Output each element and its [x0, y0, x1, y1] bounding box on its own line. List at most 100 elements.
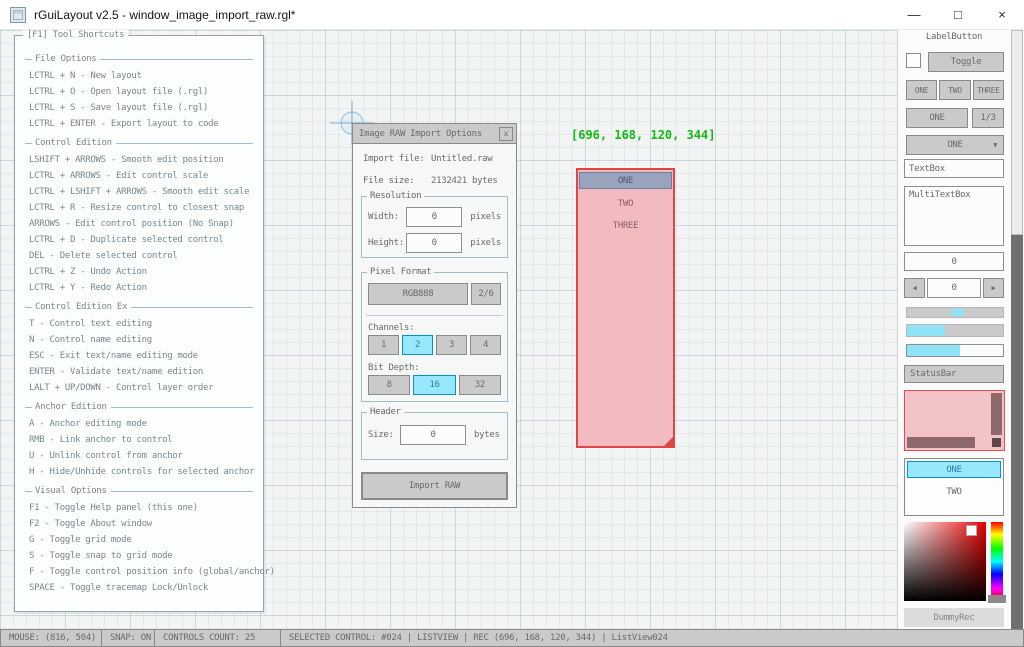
shortcut-item: LCTRL + S - Save layout file (.rgl)	[25, 100, 253, 116]
shortcut-item: F2 - Toggle About window	[25, 516, 253, 532]
separator-dash	[25, 143, 32, 144]
minimize-icon[interactable]: —	[892, 0, 936, 30]
palette-scrollbar-thumb[interactable]	[1011, 30, 1023, 235]
layout-canvas[interactable]: [F1] Tool Shortcuts File Options LCTRL +…	[0, 30, 897, 629]
pixel-format-groupbox: Pixel Format RGB888 2/6 Channels: 1 2 3 …	[361, 272, 508, 402]
shortcut-item: DEL - Delete selected control	[25, 248, 253, 264]
palette-toggle-button[interactable]: Toggle	[928, 52, 1004, 72]
width-units: pixels	[470, 212, 501, 222]
colorpicker-hue-bar[interactable]	[991, 522, 1003, 601]
channels-toggle-group: 1 2 3 4	[368, 335, 501, 355]
width-valuebox[interactable]: 0	[406, 207, 462, 227]
shortcut-item: LCTRL + N - New layout	[25, 68, 253, 84]
dialog-close-button[interactable]: x	[499, 127, 513, 141]
listview-item-three[interactable]: THREE	[578, 215, 673, 237]
channel-toggle-2[interactable]: 2	[402, 335, 433, 355]
width-row: Width: 0 pixels	[368, 207, 501, 227]
spinner-value[interactable]: 0	[927, 278, 981, 298]
slider-knob[interactable]	[951, 309, 964, 316]
palette-listview[interactable]: ONE TWO	[904, 458, 1004, 516]
shortcut-item: LCTRL + Z - Undo Action	[25, 264, 253, 280]
header-size-valuebox[interactable]: 0	[400, 425, 466, 445]
shortcut-item: F - Toggle control position info (global…	[25, 564, 253, 580]
chevron-down-icon: ▼	[993, 142, 997, 149]
height-row: Height: 0 pixels	[368, 233, 501, 253]
section-header-visual-options: Visual Options	[25, 485, 253, 497]
palette-statusbar: StatusBar	[904, 365, 1004, 383]
palette-checkbox[interactable]	[906, 53, 921, 68]
palette-scrollbar-track[interactable]	[1011, 30, 1023, 629]
scrollpanel-horizontal-scrollbar[interactable]	[907, 437, 975, 448]
selected-listview-control[interactable]: ONE TWO THREE	[576, 168, 675, 448]
palette-toggle-group: ONE TWO THREE	[906, 80, 1004, 100]
help-panel-title: [F1] Tool Shortcuts	[23, 30, 128, 40]
palette-valuebox[interactable]: 0	[904, 252, 1004, 271]
palette-slider[interactable]	[906, 307, 1004, 318]
toggle-group-one[interactable]: ONE	[906, 80, 937, 100]
import-file-row: Import file: Untitled.raw	[363, 154, 508, 164]
bit-depth-toggle-32[interactable]: 32	[459, 375, 501, 395]
tool-shortcuts-panel: [F1] Tool Shortcuts File Options LCTRL +…	[14, 35, 264, 612]
shortcut-item: LCTRL + O - Open layout file (.rgl)	[25, 84, 253, 100]
colorpicker-gradient-panel[interactable]	[904, 522, 986, 601]
dialog-titlebar[interactable]: Image RAW Import Options x	[353, 124, 516, 144]
window-title: rGuiLayout v2.5 - window_image_import_ra…	[34, 8, 295, 22]
file-size-value: 2132421 bytes	[431, 176, 498, 186]
combo-value-button[interactable]: ONE	[906, 108, 968, 128]
shortcut-item: ESC - Exit text/name editing mode	[25, 348, 253, 364]
colorpicker-marker[interactable]	[966, 525, 977, 536]
palette-multitextbox[interactable]: MultiTextBox	[904, 186, 1004, 246]
height-label: Height:	[368, 238, 406, 248]
status-controls-count: CONTROLS COUNT: 25	[154, 629, 281, 647]
shortcut-item: U - Unlink control from anchor	[25, 448, 253, 464]
combo-value-button[interactable]: RGB888	[368, 283, 468, 305]
colorpicker-hue-handle[interactable]	[988, 595, 1006, 603]
shortcut-item: LCTRL + ARROWS - Edit control scale	[25, 168, 253, 184]
shortcut-item: LCTRL + ENTER - Export layout to code	[25, 116, 253, 132]
import-file-label: Import file:	[363, 154, 431, 164]
listview-item-one[interactable]: ONE	[579, 172, 672, 189]
import-raw-button[interactable]: Import RAW	[361, 472, 508, 500]
header-size-units: bytes	[474, 430, 500, 440]
channel-toggle-4[interactable]: 4	[470, 335, 501, 355]
palette-dummyrec[interactable]: DummyRec	[904, 608, 1004, 627]
listview-item-two[interactable]: TWO	[578, 193, 673, 215]
maximize-icon[interactable]: □	[936, 0, 980, 30]
toggle-group-two[interactable]: TWO	[939, 80, 970, 100]
section-header-anchor-edition: Anchor Edition	[25, 401, 253, 413]
file-size-label: File size:	[363, 176, 431, 186]
palette-spinner: ◀ 0 ▶	[904, 278, 1004, 298]
close-x-icon: x	[504, 129, 509, 138]
channel-toggle-3[interactable]: 3	[436, 335, 467, 355]
spinner-left-icon[interactable]: ◀	[904, 278, 925, 298]
palette-dropdownbox[interactable]: ONE ▼	[906, 135, 1004, 155]
palette-textbox[interactable]: TextBox	[904, 159, 1004, 178]
palette-listview-item-one[interactable]: ONE	[907, 461, 1001, 478]
palette-scrollpanel[interactable]	[904, 390, 1005, 451]
scrollpanel-vertical-scrollbar[interactable]	[991, 393, 1002, 435]
palette-labelbutton[interactable]: LabelButton	[904, 32, 1004, 42]
controls-palette: LabelButton Toggle ONE TWO THREE ONE 1/3…	[897, 30, 1024, 629]
status-mouse: MOUSE: (816, 504)	[0, 629, 102, 647]
spinner-right-icon[interactable]: ▶	[983, 278, 1004, 298]
separator-line	[366, 315, 503, 316]
combo-count-button[interactable]: 1/3	[972, 108, 1004, 128]
palette-sliderbar[interactable]	[906, 324, 1004, 337]
bit-depth-toggle-16[interactable]: 16	[413, 375, 455, 395]
window-controls: — □ ×	[892, 0, 1024, 30]
resolution-legend: Resolution	[367, 191, 424, 201]
image-raw-import-dialog[interactable]: Image RAW Import Options x Import file: …	[352, 123, 517, 508]
header-size-row: Size: 0 bytes	[368, 425, 501, 445]
toggle-group-three[interactable]: THREE	[973, 80, 1004, 100]
combo-count-button[interactable]: 2/6	[471, 283, 501, 305]
window-titlebar[interactable]: rGuiLayout v2.5 - window_image_import_ra…	[0, 0, 1024, 30]
close-icon[interactable]: ×	[980, 0, 1024, 30]
palette-listview-item-two[interactable]: TWO	[907, 483, 1001, 500]
separator-dash	[25, 59, 32, 60]
bit-depth-toggle-8[interactable]: 8	[368, 375, 410, 395]
channel-toggle-1[interactable]: 1	[368, 335, 399, 355]
progressbar-fill	[907, 345, 960, 356]
resize-handle-icon[interactable]	[663, 436, 674, 447]
height-valuebox[interactable]: 0	[406, 233, 462, 253]
separator-dash	[25, 491, 32, 492]
